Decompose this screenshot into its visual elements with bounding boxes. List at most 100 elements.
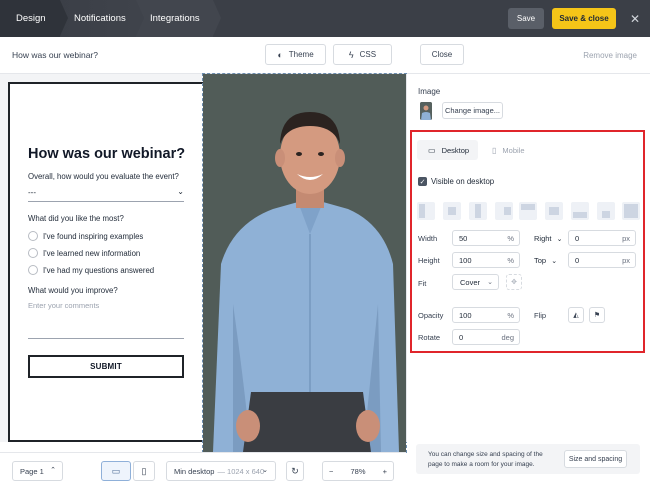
monitor-icon: ▭ [111, 465, 121, 476]
phone-icon: ▯ [492, 145, 497, 155]
visible-label: Visible on desktop [431, 177, 495, 186]
width-unit: % [507, 234, 514, 243]
chevron-down-icon: ⌄ [487, 279, 493, 286]
position-left-icon[interactable] [417, 202, 435, 220]
position-middle-icon[interactable] [545, 202, 563, 220]
save-close-button[interactable]: Save & close [552, 8, 616, 29]
rotate-value: 0 [459, 333, 464, 342]
radio-button[interactable] [28, 265, 38, 275]
position-bottom-center-icon[interactable] [597, 202, 615, 220]
chevron-down-icon: ⌄ [551, 258, 558, 265]
min-desktop-label: Min desktop [174, 466, 215, 476]
right-value: 0 [575, 234, 580, 243]
opacity-input[interactable]: 100 % [452, 307, 520, 323]
height-label: Height [418, 256, 440, 265]
position-bottom-icon[interactable] [571, 202, 589, 220]
flip-vertical-icon[interactable]: ⚑ [589, 307, 605, 323]
position-presets [417, 202, 640, 220]
preview-desktop-button[interactable]: ▭ [101, 461, 131, 481]
position-top-icon[interactable] [519, 202, 537, 220]
radio-button[interactable] [28, 231, 38, 241]
question-evaluate-label: Overall, how would you evaluate the even… [28, 172, 179, 181]
option-new-information[interactable]: I've learned new information [28, 248, 140, 258]
form-heading: How was our webinar? [28, 146, 186, 162]
form-title: How was our webinar? [12, 50, 98, 60]
fit-select[interactable]: Cover ⌄ [452, 274, 499, 290]
hint-text: You can change size and spacing of the p… [428, 451, 543, 468]
close-button[interactable]: Close [420, 44, 464, 65]
fit-value: Cover [460, 278, 481, 287]
position-right-small-icon[interactable] [495, 202, 513, 220]
chevron-down-icon: ⌄ [262, 467, 268, 474]
tab-integrations[interactable]: Integrations [136, 0, 221, 37]
min-desktop-selector[interactable]: Min desktop — 1024 x 640 ⌄ [166, 461, 276, 481]
top-value: 0 [575, 256, 580, 265]
size-and-spacing-button[interactable]: Size and spacing [564, 450, 627, 468]
tab-notifications[interactable]: Notifications [60, 0, 144, 37]
rotate-input[interactable]: 0 deg [452, 329, 520, 345]
form-image[interactable] [202, 73, 407, 453]
preview-mobile-button[interactable]: ▯ [133, 461, 155, 481]
zoom-value: 78% [350, 466, 366, 476]
man-portrait-image [203, 74, 406, 452]
right-dropdown[interactable]: Right ⌄ [534, 234, 562, 243]
question-liked-label: What did you like the most? [28, 214, 124, 223]
visible-checkbox[interactable]: ✓ [418, 177, 427, 186]
lightning-icon: ϟ [348, 49, 354, 60]
tab-mobile-label: Mobile [502, 145, 525, 155]
position-center-vertical-icon[interactable] [469, 202, 487, 220]
tab-design[interactable]: Design [0, 0, 68, 37]
theme-button[interactable]: ◐ Theme [265, 44, 326, 65]
css-label: CSS [359, 50, 377, 59]
right-label: Right [534, 234, 552, 243]
width-label: Width [418, 234, 438, 243]
zoom-control: − 78% + [322, 461, 394, 481]
top-actions: Save Save & close ✕ [508, 0, 650, 37]
min-desktop-size: — 1024 x 640 [217, 466, 265, 476]
radio-button[interactable] [28, 248, 38, 258]
question-improve-label: What would you improve? [28, 286, 118, 295]
editor-toolbar: How was our webinar? ◐ Theme ϟ CSS Close… [0, 37, 650, 74]
tab-mobile[interactable]: ▯ Mobile [492, 140, 525, 160]
position-center-icon[interactable] [443, 202, 461, 220]
option-questions-answered[interactable]: I've had my questions answered [28, 265, 154, 275]
page-selector[interactable]: Page 1 ⌃ [12, 461, 63, 481]
top-dropdown[interactable]: Top ⌄ [534, 256, 557, 265]
top-bar: Design Notifications Integrations Save S… [0, 0, 650, 37]
change-image-button[interactable]: Change image... [442, 102, 503, 119]
remove-image-link[interactable]: Remove image [583, 51, 637, 60]
css-button[interactable]: ϟ CSS [333, 44, 392, 65]
height-input[interactable]: 100 % [452, 252, 520, 268]
tab-integrations-label: Integrations [150, 13, 200, 24]
tab-desktop[interactable]: ▭ Desktop [417, 140, 478, 160]
panel-divider [406, 74, 407, 442]
theme-label: Theme [288, 50, 314, 59]
flip-label: Flip [534, 311, 547, 320]
opacity-label: Opacity [418, 311, 444, 320]
image-thumbnail [420, 102, 432, 120]
evaluate-select[interactable]: --- ⌄ [28, 186, 184, 202]
right-input[interactable]: 0 px [568, 230, 636, 246]
height-value: 100 [459, 256, 472, 265]
position-fill-icon[interactable] [622, 202, 640, 220]
option-inspiring-examples[interactable]: I've found inspiring examples [28, 231, 143, 241]
zoom-out-button[interactable]: − [329, 467, 333, 476]
tab-desktop-label: Desktop [441, 145, 470, 155]
rotate-unit: deg [501, 333, 514, 342]
fit-label: Fit [418, 279, 427, 288]
top-input[interactable]: 0 px [568, 252, 636, 268]
submit-button[interactable]: SUBMIT [28, 355, 184, 378]
zoom-in-button[interactable]: + [383, 467, 387, 476]
rotate-preview-button[interactable]: ↻ [286, 461, 304, 481]
save-button[interactable]: Save [508, 8, 544, 29]
thumbnail-portrait [420, 102, 432, 120]
option-label: I've learned new information [43, 248, 141, 258]
comments-textarea[interactable]: Enter your comments [28, 301, 184, 339]
width-input[interactable]: 50 % [452, 230, 520, 246]
flip-horizontal-icon[interactable]: ◭ [568, 307, 584, 323]
move-icon[interactable]: ✥ [506, 274, 522, 290]
visible-on-desktop-row[interactable]: ✓ Visible on desktop [418, 177, 494, 186]
image-section-label: Image [418, 87, 441, 96]
close-icon[interactable]: ✕ [624, 8, 646, 30]
tab-notifications-label: Notifications [74, 13, 126, 24]
